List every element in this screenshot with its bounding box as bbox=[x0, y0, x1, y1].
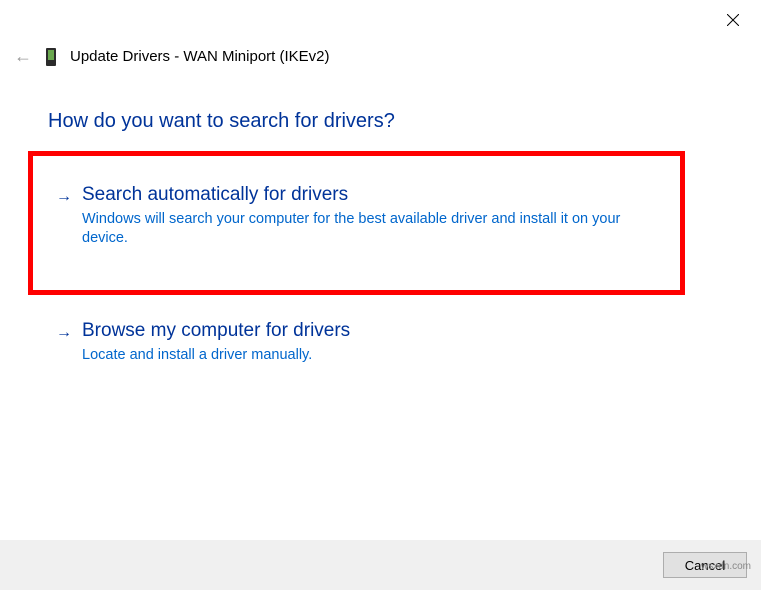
watermark-text: wsxdn.com bbox=[701, 561, 751, 572]
arrow-right-icon: → bbox=[56, 324, 72, 342]
dialog-footer: Cancel bbox=[0, 540, 761, 590]
option-description: Locate and install a driver manually. bbox=[82, 346, 350, 365]
close-button[interactable] bbox=[723, 10, 743, 30]
question-heading: How do you want to search for drivers? bbox=[48, 110, 395, 133]
option-title: Browse my computer for drivers bbox=[82, 320, 350, 342]
option-description: Windows will search your computer for th… bbox=[82, 210, 642, 248]
option-title: Search automatically for drivers bbox=[82, 184, 642, 206]
option-search-automatically[interactable]: → Search automatically for drivers Windo… bbox=[56, 184, 642, 248]
close-icon bbox=[727, 14, 739, 26]
dialog-title: Update Drivers - WAN Miniport (IKEv2) bbox=[70, 48, 330, 65]
dialog-header: ← Update Drivers - WAN Miniport (IKEv2) bbox=[14, 46, 330, 67]
device-icon bbox=[46, 48, 56, 66]
arrow-right-icon: → bbox=[56, 188, 72, 206]
option-browse-computer[interactable]: → Browse my computer for drivers Locate … bbox=[56, 320, 350, 365]
back-arrow-icon: ← bbox=[14, 46, 32, 67]
